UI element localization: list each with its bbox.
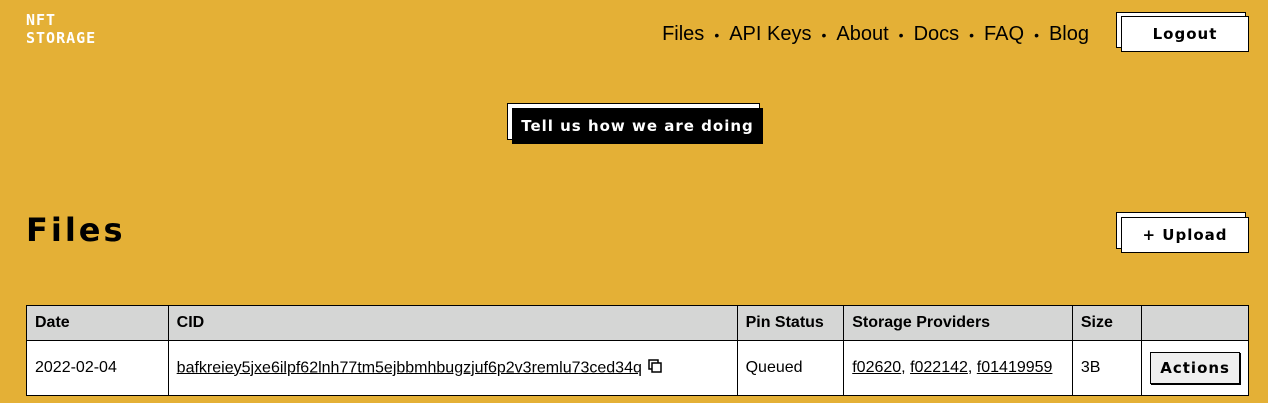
nav-api-keys[interactable]: API Keys [729, 23, 811, 46]
nav-about[interactable]: About [836, 23, 888, 46]
cell-pin-status: Queued [736, 340, 845, 396]
cell-date: 2022-02-04 [26, 340, 169, 396]
provider-link[interactable]: f01419959 [977, 359, 1053, 376]
cid-link[interactable]: bafkreiey5jxe6ilpf62lnh77tm5ejbbmhbugzju… [177, 359, 642, 376]
nav-separator: • [821, 26, 827, 43]
nav-separator: • [1034, 26, 1039, 43]
top-nav: Files • API Keys • About • Docs • FAQ • … [662, 23, 1089, 46]
cell-size: 3B [1071, 340, 1143, 396]
column-header-size: Size [1071, 305, 1143, 341]
actions-button[interactable]: Actions [1150, 352, 1240, 384]
nav-docs[interactable]: Docs [914, 23, 960, 46]
column-header-pin-status: Pin Status [736, 305, 845, 341]
column-header-actions [1141, 305, 1249, 341]
cell-storage-providers: f02620, f022142, f01419959 [843, 340, 1073, 396]
column-header-cid: CID [167, 305, 738, 341]
table-row: 2022-02-04 bafkreiey5jxe6ilpf62lnh77tm5e… [26, 340, 1249, 396]
nav-faq[interactable]: FAQ [984, 23, 1024, 46]
logo-line-1: NFT [26, 11, 57, 29]
nav-blog[interactable]: Blog [1049, 23, 1089, 46]
cell-cid: bafkreiey5jxe6ilpf62lnh77tm5ejbbmhbugzju… [167, 340, 738, 396]
provider-link[interactable]: f022142 [910, 359, 968, 376]
logo-line-2: STORAGE [26, 29, 97, 47]
nav-separator: • [898, 26, 904, 43]
cell-actions: Actions [1141, 340, 1249, 396]
nft-storage-logo[interactable]: NFT STORAGE [26, 11, 96, 47]
upload-button[interactable]: + Upload [1121, 217, 1249, 253]
page: NFT STORAGE Files • API Keys • About • D… [0, 0, 1268, 403]
provider-link[interactable]: f02620 [852, 359, 901, 376]
feedback-button[interactable]: Tell us how we are doing [512, 108, 763, 144]
page-title: Files [26, 211, 126, 249]
nav-files[interactable]: Files [662, 23, 704, 46]
logout-button[interactable]: Logout [1121, 16, 1249, 52]
column-header-date: Date [26, 305, 169, 341]
table-header-row: Date CID Pin Status Storage Providers Si… [26, 305, 1249, 341]
nav-separator: • [969, 26, 975, 43]
files-table: Date CID Pin Status Storage Providers Si… [26, 305, 1249, 396]
nav-separator: • [714, 26, 720, 43]
column-header-storage-providers: Storage Providers [843, 305, 1073, 341]
copy-icon[interactable] [648, 358, 662, 378]
